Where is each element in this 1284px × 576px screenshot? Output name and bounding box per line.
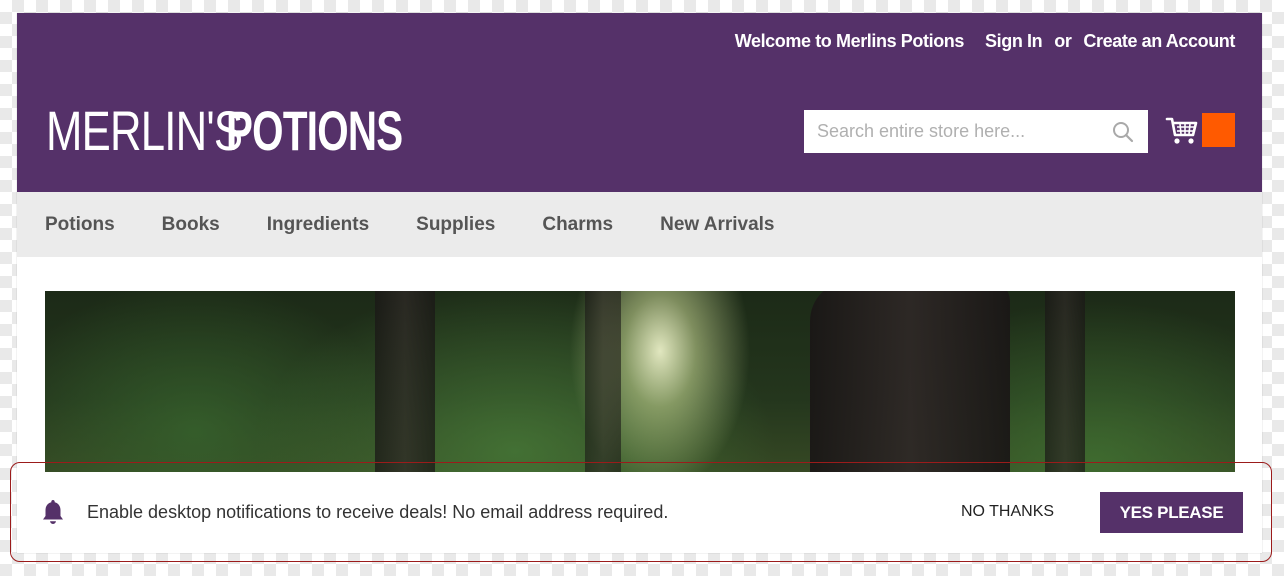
shopping-cart-icon[interactable] bbox=[1165, 114, 1199, 146]
create-account-link[interactable]: Create an Account bbox=[1083, 31, 1235, 52]
notification-message: Enable desktop notifications to receive … bbox=[87, 502, 669, 522]
welcome-message: Welcome to Merlins Potions bbox=[734, 31, 965, 51]
logo-text-light: MERLIN'S bbox=[46, 99, 243, 162]
logo-text-bold: POTIONS bbox=[226, 99, 403, 162]
bell-icon bbox=[43, 500, 63, 524]
store-logo[interactable]: MERLIN'S POTIONS bbox=[46, 99, 471, 159]
search-box bbox=[804, 110, 1148, 153]
main-navigation: Potions Books Ingredients Supplies Charm… bbox=[17, 192, 1262, 257]
nav-item-books[interactable]: Books bbox=[162, 214, 220, 236]
site-header: Welcome to Merlins Potions Sign In or Cr… bbox=[17, 13, 1262, 192]
search-icon[interactable] bbox=[1112, 121, 1134, 143]
or-separator: or bbox=[1054, 31, 1072, 51]
sign-in-link[interactable]: Sign In bbox=[985, 31, 1043, 52]
cart-count-badge[interactable] bbox=[1202, 113, 1235, 147]
nav-item-new-arrivals[interactable]: New Arrivals bbox=[660, 214, 774, 236]
nav-item-charms[interactable]: Charms bbox=[542, 214, 613, 236]
nav-item-supplies[interactable]: Supplies bbox=[416, 214, 495, 236]
header-top-links: Welcome to Merlins Potions Sign In or Cr… bbox=[734, 31, 1236, 52]
push-notification-prompt: Enable desktop notifications to receive … bbox=[17, 472, 1262, 553]
nav-item-ingredients[interactable]: Ingredients bbox=[267, 214, 369, 236]
yes-please-button[interactable]: YES PLEASE bbox=[1100, 492, 1243, 533]
no-thanks-button[interactable]: NO THANKS bbox=[961, 503, 1054, 521]
search-input[interactable] bbox=[804, 111, 1107, 152]
nav-item-potions[interactable]: Potions bbox=[45, 214, 115, 236]
